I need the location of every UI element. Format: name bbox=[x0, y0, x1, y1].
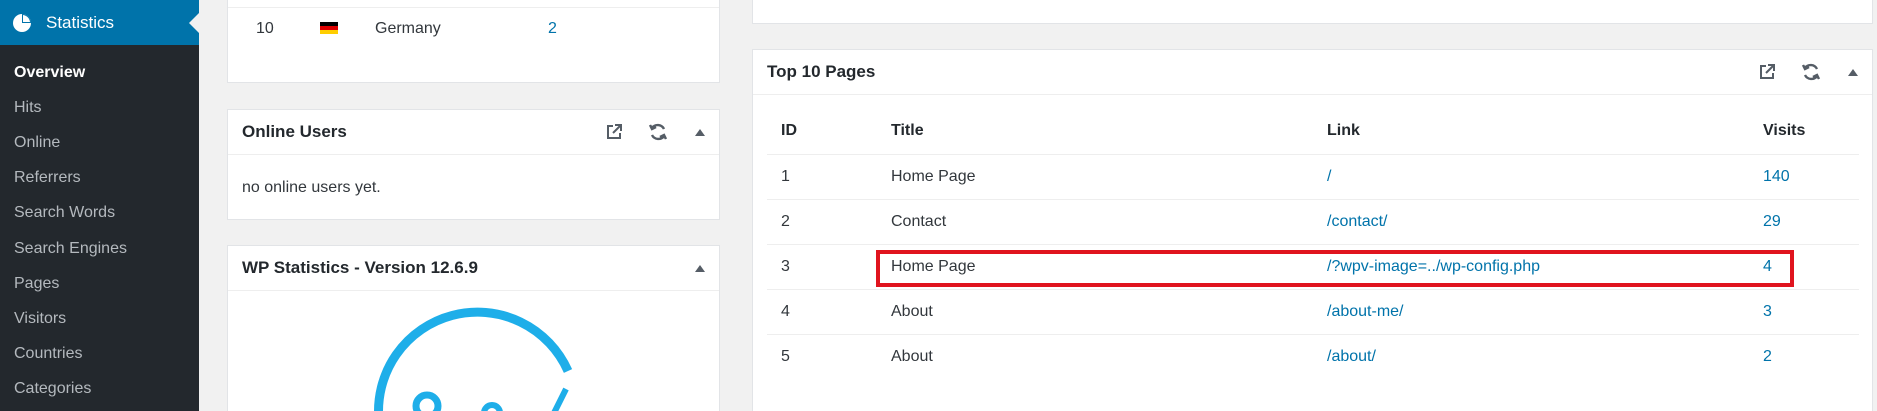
sidebar-item-referrers[interactable]: Referrers bbox=[0, 161, 199, 196]
row-link[interactable]: /contact/ bbox=[1327, 213, 1387, 231]
country-name: Germany bbox=[375, 19, 441, 37]
row-title: Home Page bbox=[891, 168, 976, 185]
panel-header: Online Users bbox=[228, 110, 719, 155]
row-id: 5 bbox=[781, 348, 790, 365]
sidebar-menu-statistics[interactable]: Statistics bbox=[0, 0, 199, 45]
sidebar-item-pages[interactable]: Pages bbox=[0, 266, 199, 301]
row-id: 1 bbox=[781, 168, 790, 185]
top-countries-panel: 10 Germany 2 bbox=[227, 0, 720, 83]
highlight-annotation-box bbox=[876, 250, 1794, 287]
table-row: 5 About /about/ 2 bbox=[767, 334, 1859, 379]
online-users-panel: Online Users no online users yet. bbox=[227, 109, 720, 220]
panel-header: WP Statistics - Version 12.6.9 bbox=[228, 246, 719, 291]
row-visits-link[interactable]: 2 bbox=[1763, 348, 1772, 366]
pie-chart-icon bbox=[12, 13, 32, 33]
empty-state-text: no online users yet. bbox=[242, 178, 381, 196]
row-link[interactable]: / bbox=[1327, 168, 1331, 186]
row-visits-link[interactable]: 29 bbox=[1763, 213, 1781, 231]
sidebar-section-title: Statistics bbox=[46, 12, 115, 32]
sidebar-item-search-words[interactable]: Search Words bbox=[0, 196, 199, 231]
sidebar-submenu: Overview Hits Online Referrers Search Wo… bbox=[0, 55, 199, 407]
column-header-title: Title bbox=[891, 122, 924, 139]
row-visits-link[interactable]: 3 bbox=[1763, 303, 1772, 321]
country-visitor-count-link[interactable]: 2 bbox=[548, 20, 557, 38]
table-row: 10 Germany 2 bbox=[228, 7, 719, 49]
sidebar-item-overview[interactable]: Overview bbox=[0, 55, 199, 90]
external-link-icon[interactable] bbox=[603, 121, 625, 143]
admin-sidebar: Statistics Overview Hits Online Referrer… bbox=[0, 0, 199, 411]
column-header-link: Link bbox=[1327, 122, 1360, 139]
sidebar-item-hits[interactable]: Hits bbox=[0, 90, 199, 125]
panel-title: Top 10 Pages bbox=[767, 62, 876, 81]
top-pages-panel: Top 10 Pages ID Title Link Visits 1 Home… bbox=[752, 49, 1873, 411]
row-title: Contact bbox=[891, 213, 947, 230]
panel-title: Online Users bbox=[242, 122, 347, 141]
row-id: 4 bbox=[781, 303, 790, 320]
current-menu-indicator bbox=[189, 13, 199, 33]
table-row: 2 Contact /contact/ 29 bbox=[767, 199, 1859, 244]
row-title: About bbox=[891, 348, 933, 365]
table-header-row: ID Title Link Visits bbox=[767, 108, 1859, 154]
refresh-icon[interactable] bbox=[647, 121, 669, 143]
refresh-icon[interactable] bbox=[1800, 61, 1822, 83]
collapse-toggle-icon[interactable] bbox=[695, 264, 705, 272]
row-link[interactable]: /about/ bbox=[1327, 348, 1376, 366]
external-link-icon[interactable] bbox=[1756, 61, 1778, 83]
table-row: 1 Home Page / 140 bbox=[767, 154, 1859, 199]
sidebar-item-countries[interactable]: Countries bbox=[0, 337, 199, 372]
previous-panel-bottom bbox=[752, 0, 1873, 24]
top-pages-table: ID Title Link Visits 1 Home Page / 140 2… bbox=[767, 108, 1859, 379]
panel-header: Top 10 Pages bbox=[753, 50, 1872, 95]
sidebar-item-categories[interactable]: Categories bbox=[0, 372, 199, 407]
collapse-toggle-icon[interactable] bbox=[1848, 68, 1858, 76]
germany-flag-icon bbox=[320, 22, 338, 34]
row-visits-link[interactable]: 140 bbox=[1763, 168, 1790, 186]
version-panel: WP Statistics - Version 12.6.9 bbox=[227, 245, 720, 411]
row-link[interactable]: /about-me/ bbox=[1327, 303, 1403, 321]
row-id: 2 bbox=[781, 213, 790, 230]
column-header-id: ID bbox=[781, 122, 797, 139]
country-rank: 10 bbox=[256, 19, 274, 37]
sidebar-item-visitors[interactable]: Visitors bbox=[0, 301, 199, 336]
row-title: About bbox=[891, 303, 933, 320]
table-row: 4 About /about-me/ 3 bbox=[767, 289, 1859, 334]
row-id: 3 bbox=[781, 258, 790, 275]
collapse-toggle-icon[interactable] bbox=[695, 128, 705, 136]
sidebar-item-online[interactable]: Online bbox=[0, 125, 199, 160]
wp-statistics-logo-icon bbox=[374, 307, 573, 411]
panel-title: WP Statistics - Version 12.6.9 bbox=[242, 258, 478, 277]
column-header-visits: Visits bbox=[1763, 122, 1806, 139]
sidebar-item-search-engines[interactable]: Search Engines bbox=[0, 231, 199, 266]
